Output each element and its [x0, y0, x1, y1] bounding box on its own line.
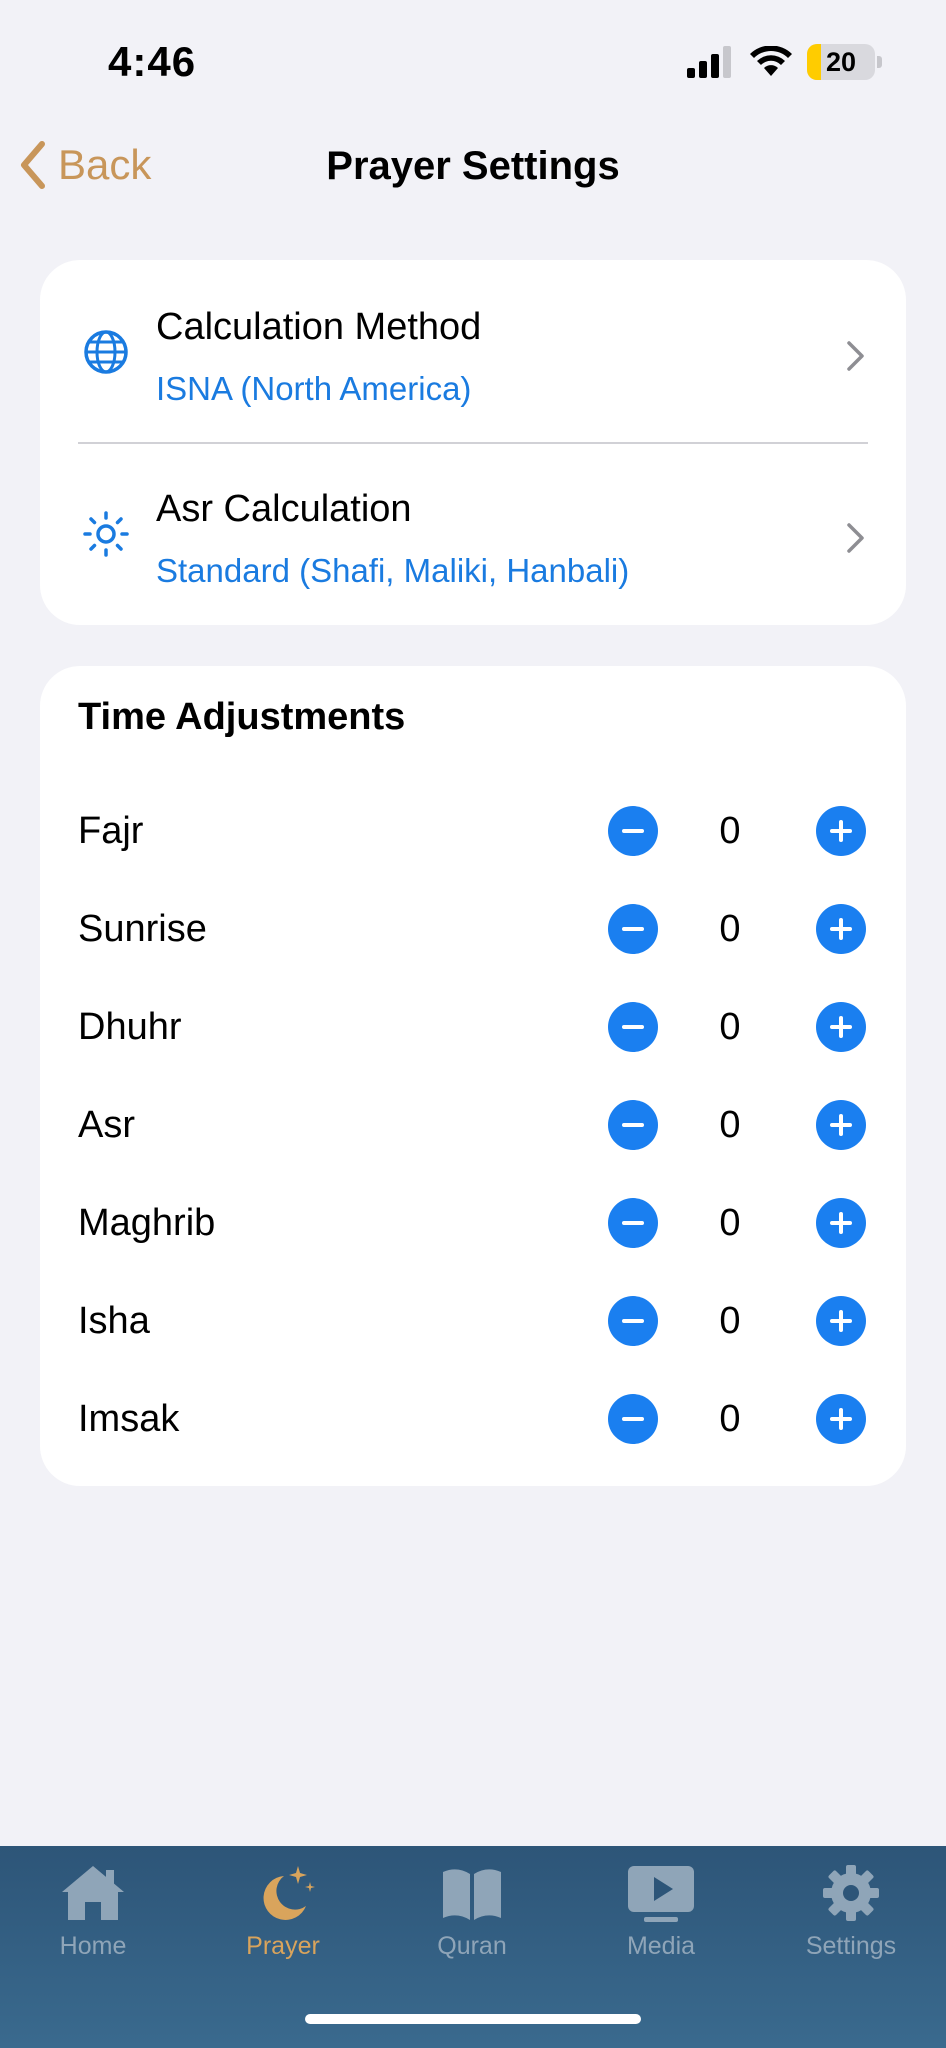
- prayer-name: Fajr: [78, 810, 144, 852]
- minus-icon: [622, 1319, 644, 1323]
- adjustment-row-isha: Isha 0: [40, 1272, 906, 1370]
- sun-icon: [83, 511, 129, 557]
- tab-label: Settings: [805, 1932, 897, 1960]
- increment-button[interactable]: [816, 1394, 866, 1444]
- adjustment-value: 0: [719, 1300, 741, 1342]
- moon-stars-icon: [263, 1866, 315, 1920]
- minus-icon: [622, 829, 644, 833]
- prayer-name: Sunrise: [78, 908, 207, 950]
- navigation-bar: Back Prayer Settings: [0, 120, 946, 220]
- minus-icon: [622, 1221, 644, 1225]
- prayer-name: Maghrib: [78, 1202, 216, 1244]
- tab-media[interactable]: Media: [586, 1862, 736, 1982]
- tab-settings[interactable]: Settings: [776, 1862, 926, 1982]
- decrement-button[interactable]: [608, 1198, 658, 1248]
- calculation-method-label: Calculation Method: [156, 306, 482, 348]
- minus-icon: [622, 1025, 644, 1029]
- prayer-name: Imsak: [78, 1398, 180, 1440]
- book-icon: [443, 1869, 501, 1920]
- adjustment-value: 0: [719, 1202, 741, 1244]
- adjustment-value: 0: [719, 908, 741, 950]
- section-title: Time Adjustments: [78, 696, 406, 738]
- adjustment-row-sunrise: Sunrise 0: [40, 880, 906, 978]
- adjustment-row-fajr: Fajr 0: [40, 782, 906, 880]
- status-icons: 20: [687, 44, 882, 80]
- prayer-name: Isha: [78, 1300, 150, 1342]
- asr-calculation-label: Asr Calculation: [156, 488, 412, 530]
- increment-button[interactable]: [816, 1198, 866, 1248]
- chevron-right-icon: [847, 523, 864, 553]
- tab-prayer[interactable]: Prayer: [208, 1862, 358, 1982]
- adjustment-row-asr: Asr 0: [40, 1076, 906, 1174]
- tab-home[interactable]: Home: [18, 1862, 168, 1982]
- adjustment-value: 0: [719, 1104, 741, 1146]
- status-bar: 4:46 20: [0, 0, 946, 120]
- battery-tip: [877, 56, 882, 68]
- tab-quran[interactable]: Quran: [397, 1862, 547, 1982]
- prayer-name: Dhuhr: [78, 1006, 182, 1048]
- decrement-button[interactable]: [608, 1002, 658, 1052]
- battery-fill: [807, 44, 821, 80]
- page-title: Prayer Settings: [326, 144, 620, 188]
- increment-button[interactable]: [816, 1296, 866, 1346]
- minus-icon: [622, 1417, 644, 1421]
- tab-label: Prayer: [246, 1932, 320, 1960]
- battery-level: 20: [825, 46, 857, 77]
- adjustment-value: 0: [719, 1398, 741, 1440]
- decrement-button[interactable]: [608, 1296, 658, 1346]
- asr-calculation-row[interactable]: Asr Calculation Standard (Shafi, Maliki,…: [40, 442, 906, 616]
- chevron-right-icon: [847, 341, 864, 371]
- calculation-method-row[interactable]: Calculation Method ISNA (North America): [40, 260, 906, 434]
- play-screen-icon: [628, 1866, 694, 1922]
- adjustment-row-dhuhr: Dhuhr 0: [40, 978, 906, 1076]
- increment-button[interactable]: [816, 1100, 866, 1150]
- gear-icon: [823, 1865, 879, 1921]
- globe-icon: [84, 330, 128, 374]
- time-adjustments-card: Time Adjustments Fajr 0 Sunrise 0 Dhuhr …: [40, 666, 906, 1486]
- increment-button[interactable]: [816, 904, 866, 954]
- battery-icon: 20: [807, 44, 875, 80]
- adjustment-value: 0: [719, 1006, 741, 1048]
- decrement-button[interactable]: [608, 1394, 658, 1444]
- status-time: 4:46: [108, 38, 197, 85]
- wifi-icon: [750, 46, 792, 76]
- adjustment-value: 0: [719, 810, 741, 852]
- tab-label: Home: [59, 1932, 127, 1960]
- home-indicator[interactable]: [305, 2014, 641, 2024]
- decrement-button[interactable]: [608, 904, 658, 954]
- decrement-button[interactable]: [608, 1100, 658, 1150]
- decrement-button[interactable]: [608, 806, 658, 856]
- asr-calculation-value: Standard (Shafi, Maliki, Hanbali): [156, 552, 630, 589]
- adjustment-row-maghrib: Maghrib 0: [40, 1174, 906, 1272]
- house-icon: [62, 1866, 124, 1920]
- calculation-method-value: ISNA (North America): [156, 370, 472, 407]
- calculation-card: Calculation Method ISNA (North America) …: [40, 260, 906, 625]
- cellular-signal-icon: [687, 46, 731, 78]
- adjustment-row-imsak: Imsak 0: [40, 1370, 906, 1468]
- tab-label: Media: [626, 1932, 696, 1960]
- increment-button[interactable]: [816, 1002, 866, 1052]
- tab-label: Quran: [437, 1932, 507, 1960]
- increment-button[interactable]: [816, 806, 866, 856]
- minus-icon: [622, 1123, 644, 1127]
- minus-icon: [622, 927, 644, 931]
- prayer-name: Asr: [78, 1104, 135, 1146]
